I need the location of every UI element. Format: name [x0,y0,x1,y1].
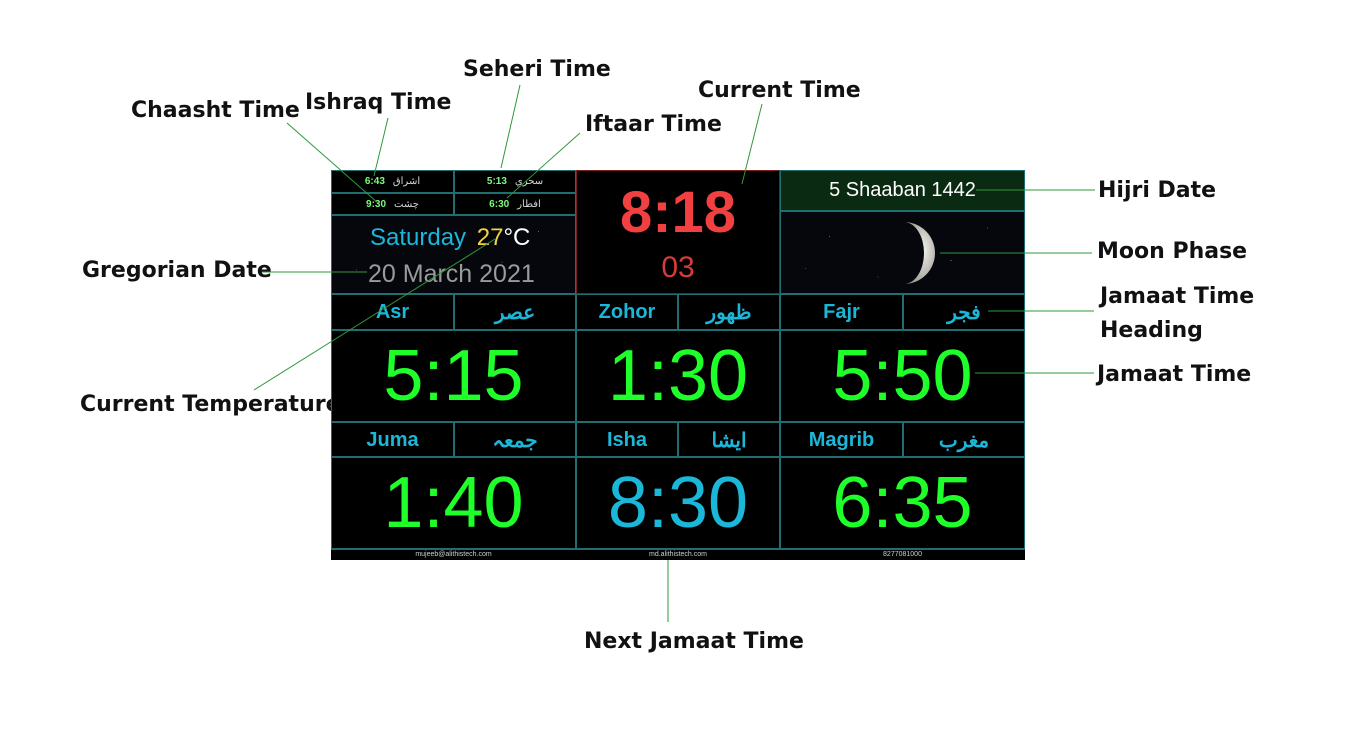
jamaat-time-magrib: 6:35 [780,456,1025,549]
callout-hijri: Hijri Date [1098,178,1217,203]
leader-seheri [500,84,521,169]
jamaat-heading-juma: Juma [331,422,454,458]
temperature-unit: °C [503,224,531,251]
prayer-name: Fajr [823,300,860,323]
callout-seheri: Seheri Time [463,57,611,82]
jamaat-heading-zohor: Zohor [576,294,678,330]
callout-jamaat-heading-line1: Jamaat Time [1100,284,1255,309]
footer-site: md.alithistech.com [649,551,707,558]
callout-ishraq: Ishraq Time [305,90,452,115]
jamaat-time-isha: 8:30 [576,456,780,549]
leader-ishraq [373,117,389,177]
jamaat-heading-urdu-magrib: مغرب [903,422,1025,458]
prayer-name-urdu: عصر [494,301,536,324]
next-jamaat-time: 8:30 [607,462,749,543]
prayer-name: Zohor [598,300,656,323]
display-board: 6:43 اشراق 5:13 سحري 9:30 چشت 6:30 افطار… [331,170,1025,560]
prayer-name-urdu: مغرب [938,429,990,452]
date-panel: Saturday 27°C 20 March 2021 [331,215,576,294]
callout-jamaat-heading-line2: Heading [1100,318,1203,343]
footer-bar: mujeeb@alithistech.com md.alithistech.co… [331,549,1025,560]
jamaat-heading-urdu-isha: ایشا [678,422,780,458]
footer-phone: 8277081000 [883,551,922,558]
clock-panel: 8:18 03 [576,170,780,294]
jamaat-time-value: 1:40 [383,462,524,543]
callout-moon: Moon Phase [1097,239,1248,264]
jamaat-heading-urdu-fajr: فجر [903,294,1025,330]
jamaat-heading-asr: Asr [331,294,454,330]
jamaat-heading-magrib: Magrib [780,422,903,458]
prayer-name: Juma [366,428,419,451]
callout-chaasht: Chaasht Time [131,98,300,123]
prayer-name-urdu: فجر [947,301,981,324]
jamaat-heading-isha: Isha [576,422,678,458]
jamaat-time-zohor: 1:30 [576,330,780,422]
moon-panel [780,211,1025,294]
weekday: Saturday [370,224,467,251]
iftaar-label: افطار [517,198,541,210]
chaasht-time: 9:30 [366,198,387,210]
prayer-name-urdu: جمعہ [492,429,538,452]
chaasht-label: چشت [394,198,419,210]
iftaar-cell: 6:30 افطار [454,193,576,215]
jamaat-time-value: 5:50 [832,336,973,416]
seheri-time: 5:13 [486,176,507,187]
callout-next-jamaat: Next Jamaat Time [584,629,804,654]
prayer-name-urdu: ظهور [706,301,752,324]
prayer-name-urdu: ایشا [711,429,747,452]
jamaat-time-asr: 5:15 [331,330,576,422]
jamaat-time-juma: 1:40 [331,456,576,549]
jamaat-heading-urdu-juma: جمعہ [454,422,576,458]
jamaat-heading-urdu-zohor: ظهور [678,294,780,330]
iftaar-time: 6:30 [489,198,510,210]
callout-current-time: Current Time [698,78,861,103]
footer-email: mujeeb@alithistech.com [415,551,492,558]
hijri-date: 5 Shaaban 1442 [829,179,976,201]
prayer-name: Magrib [808,428,875,451]
moon-phase-icon [904,222,935,284]
ishraq-cell: 6:43 اشراق [331,170,454,193]
gregorian-date: 20 March 2021 [368,260,535,288]
jamaat-heading-urdu-asr: عصر [454,294,576,330]
callout-jamaat-time: Jamaat Time [1097,362,1252,387]
clock-seconds: 03 [661,251,695,284]
clock-time: 8:18 [619,180,737,245]
callout-gregorian: Gregorian Date [82,258,272,283]
callout-iftaar: Iftaar Time [585,112,722,137]
callout-temperature: Current Temperature [80,392,341,417]
ishraq-time: 6:43 [364,176,385,187]
seheri-cell: 5:13 سحري [454,170,576,193]
jamaat-time-value: 1:30 [607,336,749,416]
temperature-value: 27 [476,224,504,251]
prayer-name: Asr [375,300,410,323]
chaasht-cell: 9:30 چشت [331,193,454,215]
jamaat-time-fajr: 5:50 [780,330,1025,422]
jamaat-time-value: 5:15 [383,336,524,416]
prayer-name: Isha [606,428,648,451]
hijri-panel: 5 Shaaban 1442 [780,170,1025,211]
ishraq-label: اشراق [392,176,421,187]
seheri-label: سحري [514,176,544,187]
jamaat-time-value: 6:35 [832,462,973,543]
jamaat-heading-fajr: Fajr [780,294,903,330]
